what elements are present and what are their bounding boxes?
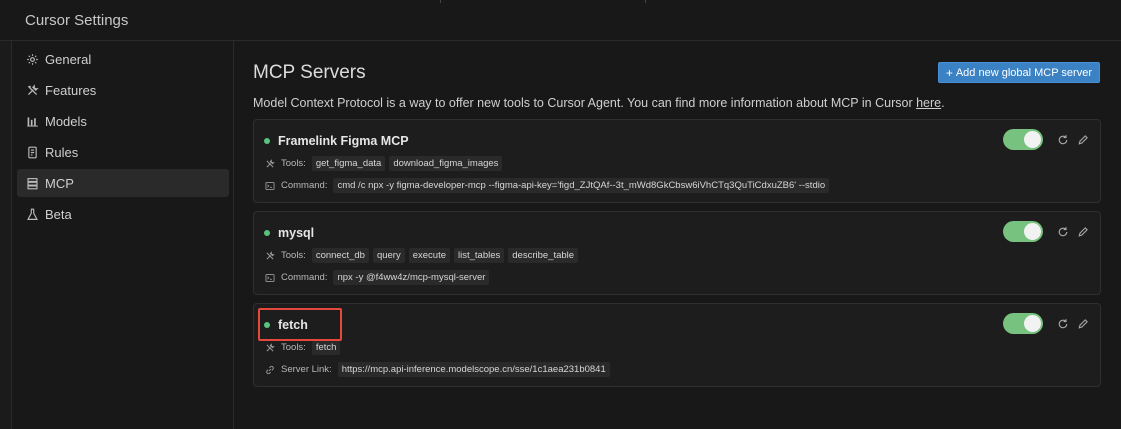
description-end: . <box>941 96 945 110</box>
tools-row: Tools: connect_db query execute list_tab… <box>265 248 582 263</box>
bar-chart-icon <box>25 114 39 128</box>
server-link-value: https://mcp.api-inference.modelscope.cn/… <box>337 362 610 377</box>
activity-strip <box>0 41 12 429</box>
status-dot <box>264 322 270 328</box>
command-label: Command: <box>281 180 328 191</box>
tools-icon <box>25 83 39 97</box>
mcp-server-card: Framelink Figma MCP Tools: get_figma_dat… <box>253 119 1101 203</box>
titlebar-divider <box>440 0 441 3</box>
edit-icon[interactable] <box>1076 133 1090 147</box>
server-controls <box>1003 221 1090 242</box>
sidebar-item-label: MCP <box>45 175 74 191</box>
sidebar-item-mcp[interactable]: MCP <box>17 169 229 197</box>
sidebar-nav: General Features Models Rules MCP Beta <box>12 41 233 228</box>
add-mcp-server-label: Add new global MCP server <box>955 66 1092 79</box>
titlebar-divider <box>645 0 646 3</box>
server-controls <box>1003 313 1090 334</box>
command-value: cmd /c npx -y figma-developer-mcp --figm… <box>333 178 830 193</box>
page-title: MCP Servers <box>253 62 366 83</box>
mcp-server-card: fetch Tools: fetch Server Link: https://… <box>253 303 1101 387</box>
toggle-knob <box>1024 315 1041 332</box>
gear-icon <box>25 52 39 66</box>
tools-label: Tools: <box>281 342 306 353</box>
sidebar-item-label: Models <box>45 113 87 129</box>
server-enable-toggle[interactable] <box>1003 129 1043 150</box>
server-controls <box>1003 129 1090 150</box>
window-title: Cursor Settings <box>25 11 129 29</box>
server-icon <box>25 176 39 190</box>
toggle-knob <box>1024 223 1041 240</box>
status-dot <box>264 138 270 144</box>
command-row: Command: npx -y @f4ww4z/mcp-mysql-server <box>265 270 493 285</box>
toggle-knob <box>1024 131 1041 148</box>
tools-icon <box>265 158 275 169</box>
server-link-label: Server Link: <box>281 364 332 375</box>
command-value: npx -y @f4ww4z/mcp-mysql-server <box>333 270 490 285</box>
tool-chip: download_figma_images <box>389 156 503 171</box>
tools-label: Tools: <box>281 158 306 169</box>
sidebar-item-label: Rules <box>45 144 79 160</box>
command-row: Command: cmd /c npx -y figma-developer-m… <box>265 178 833 193</box>
server-header: Framelink Figma MCP <box>264 134 409 148</box>
server-link-row: Server Link: https://mcp.api-inference.m… <box>265 362 614 377</box>
sidebar-item-label: Features <box>45 82 97 98</box>
server-header: fetch <box>264 318 308 332</box>
description-text: Model Context Protocol is a way to offer… <box>253 96 917 110</box>
link-icon <box>265 365 275 375</box>
document-icon <box>25 145 39 159</box>
refresh-icon[interactable] <box>1056 317 1070 331</box>
tool-chip: get_figma_data <box>311 156 386 171</box>
mcp-server-card: mysql Tools: connect_db query execute li… <box>253 211 1101 295</box>
sidebar-item-label: Beta <box>45 206 72 222</box>
server-header: mysql <box>264 226 314 240</box>
page-description: Model Context Protocol is a way to offer… <box>253 96 945 110</box>
title-bar: Cursor Settings <box>0 0 1121 41</box>
command-label: Command: <box>281 272 328 283</box>
mcp-settings-panel: MCP Servers + Add new global MCP server … <box>234 41 1121 429</box>
tool-chip: describe_table <box>508 248 579 263</box>
refresh-icon[interactable] <box>1056 225 1070 239</box>
tool-chip: list_tables <box>454 248 505 263</box>
flask-icon <box>25 207 39 221</box>
edit-icon[interactable] <box>1076 225 1090 239</box>
tool-chip: fetch <box>311 340 341 355</box>
tools-icon <box>265 250 275 261</box>
server-name: mysql <box>278 226 315 240</box>
server-enable-toggle[interactable] <box>1003 313 1043 334</box>
sidebar-item-general[interactable]: General <box>17 45 229 73</box>
server-name: fetch <box>278 318 308 332</box>
terminal-icon <box>265 181 275 191</box>
plus-icon: + <box>945 65 953 80</box>
status-dot <box>264 230 270 236</box>
sidebar-item-features[interactable]: Features <box>17 76 229 104</box>
tools-icon <box>265 342 275 353</box>
tool-chip: execute <box>408 248 450 263</box>
settings-sidebar: General Features Models Rules MCP Beta <box>12 41 234 429</box>
sidebar-item-rules[interactable]: Rules <box>17 138 229 166</box>
terminal-icon <box>265 273 275 283</box>
tool-chip: query <box>372 248 405 263</box>
sidebar-item-label: General <box>45 51 92 67</box>
refresh-icon[interactable] <box>1056 133 1070 147</box>
sidebar-item-beta[interactable]: Beta <box>17 200 229 228</box>
tools-label: Tools: <box>281 250 306 261</box>
tools-row: Tools: get_figma_data download_figma_ima… <box>265 156 506 171</box>
settings-layout: General Features Models Rules MCP Beta M… <box>0 41 1121 429</box>
docs-link[interactable]: here <box>916 96 941 110</box>
tool-chip: connect_db <box>311 248 369 263</box>
server-enable-toggle[interactable] <box>1003 221 1043 242</box>
edit-icon[interactable] <box>1076 317 1090 331</box>
sidebar-item-models[interactable]: Models <box>17 107 229 135</box>
tools-row: Tools: fetch <box>265 340 344 355</box>
server-name: Framelink Figma MCP <box>278 134 409 148</box>
add-mcp-server-button[interactable]: + Add new global MCP server <box>937 62 1100 83</box>
